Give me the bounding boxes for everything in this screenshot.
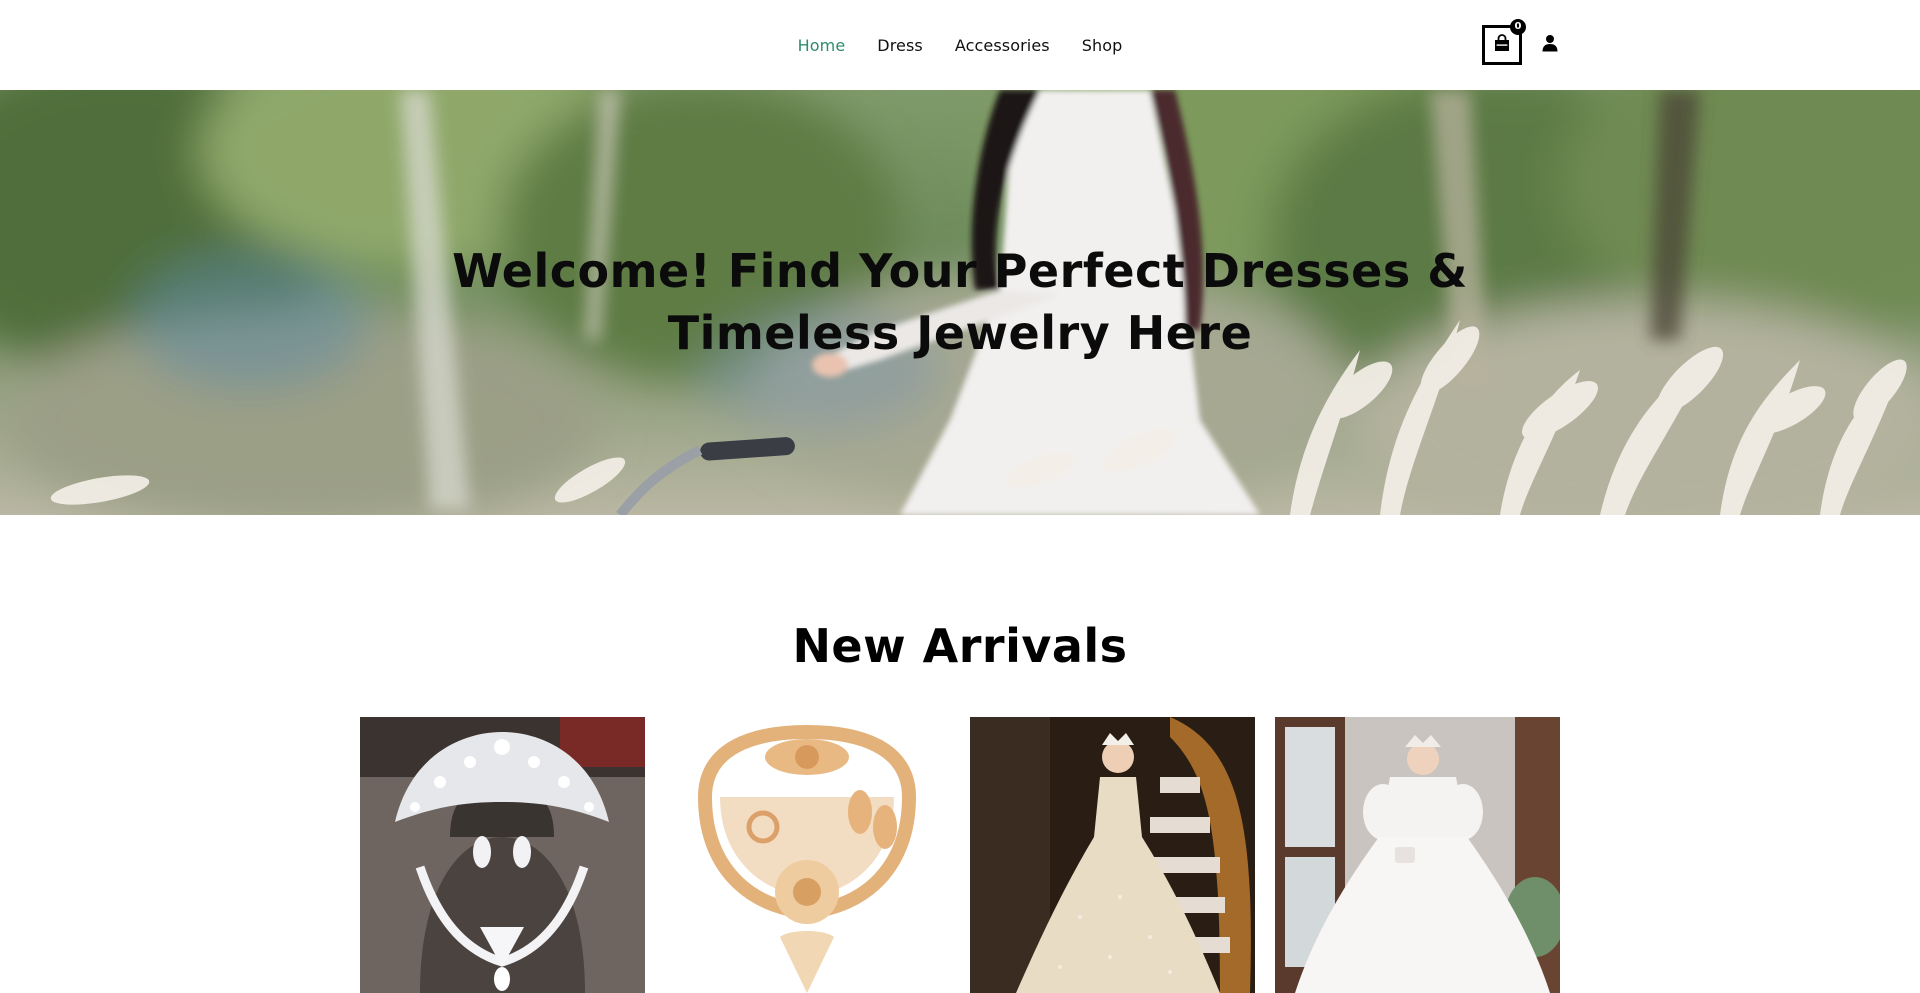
product-image <box>360 717 645 993</box>
hero-title: Welcome! Find Your Perfect Dresses & Tim… <box>452 244 1468 360</box>
cart-button[interactable]: 0 <box>1482 19 1526 65</box>
hero-banner: Welcome! Find Your Perfect Dresses & Tim… <box>0 90 1920 515</box>
user-icon <box>1541 34 1559 56</box>
new-arrivals-title: New Arrivals <box>792 619 1128 673</box>
site-header: Home Dress Accessories Shop 0 <box>0 0 1920 90</box>
product-image <box>970 717 1255 993</box>
cart-count-badge: 0 <box>1510 19 1526 35</box>
nav-link-accessories[interactable]: Accessories <box>955 36 1050 55</box>
header-icons: 0 <box>1482 19 1564 65</box>
nav-link-dress[interactable]: Dress <box>877 36 923 55</box>
nav-link-shop[interactable]: Shop <box>1082 36 1123 55</box>
nav-link-home[interactable]: Home <box>798 36 846 55</box>
product-card-white-tulle-gown[interactable] <box>1275 717 1560 993</box>
main-nav: Home Dress Accessories Shop <box>0 0 1920 90</box>
product-image <box>665 717 950 993</box>
account-button[interactable] <box>1536 25 1564 65</box>
product-card-gold-jewelry-set[interactable] <box>665 717 950 993</box>
shopping-bag-icon <box>1493 34 1511 56</box>
product-image <box>1275 717 1560 993</box>
product-card-champagne-gown[interactable] <box>970 717 1255 993</box>
product-card-silver-jewelry-set[interactable] <box>360 717 645 993</box>
